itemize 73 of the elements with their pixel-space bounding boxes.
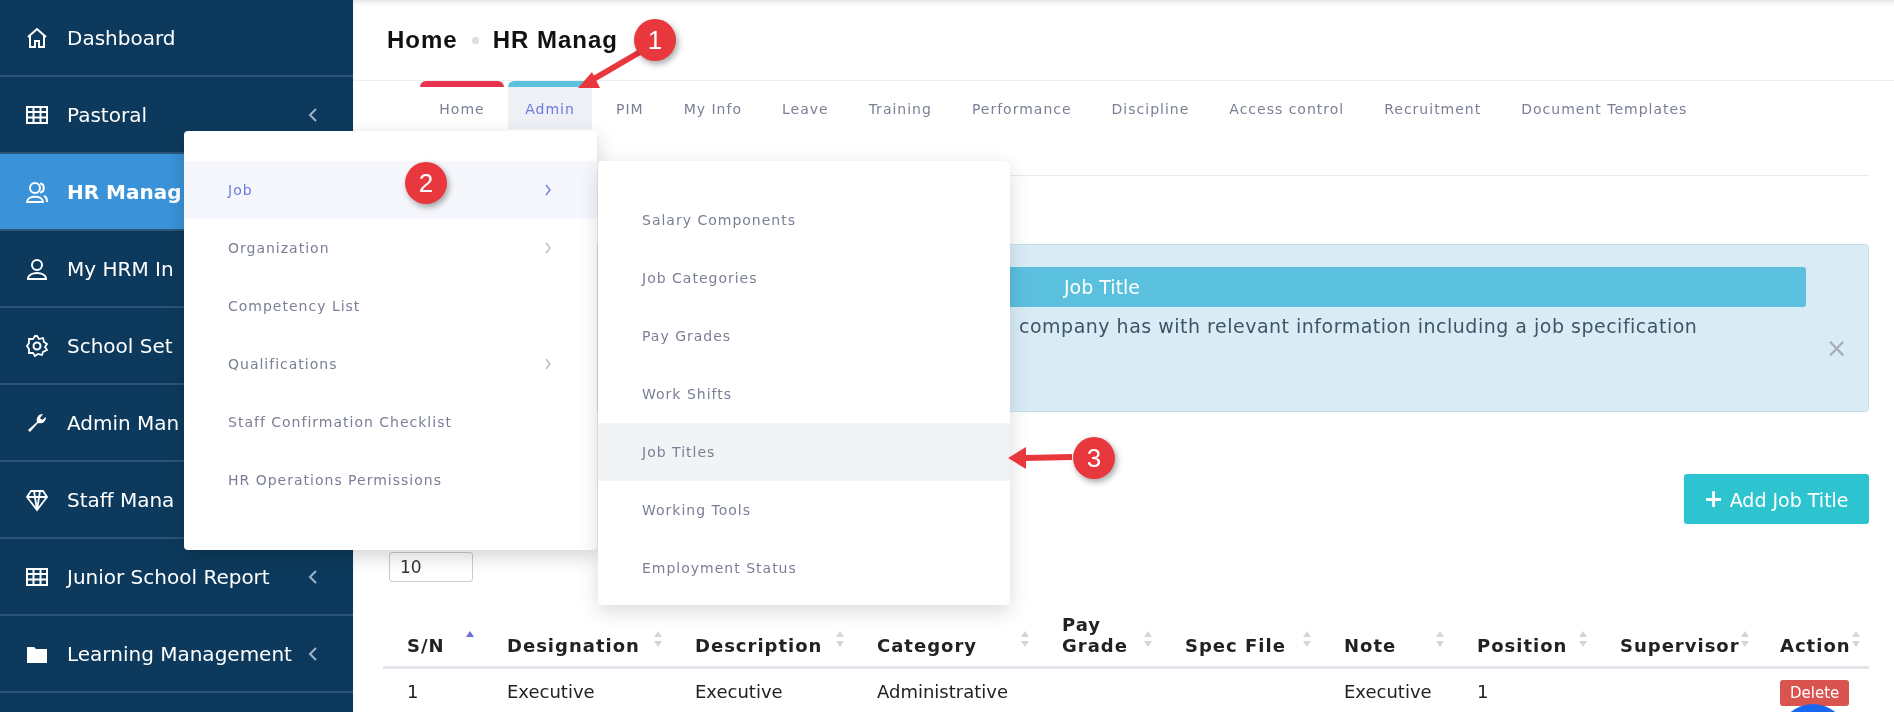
sidebar-label: Staff Mana [67, 487, 175, 512]
column-header[interactable]: Description [695, 635, 823, 656]
tab[interactable]: Performance [951, 81, 1092, 129]
settings-icon [25, 333, 49, 358]
sort-icon[interactable] [1020, 629, 1030, 649]
sidebar-label: Junior School Report [67, 564, 270, 589]
users-icon [25, 179, 49, 204]
chevron-icon [544, 184, 552, 196]
diamond-icon [25, 487, 49, 512]
tab[interactable]: Training [848, 81, 952, 129]
column-header[interactable]: Action [1780, 635, 1851, 656]
column-header[interactable]: Designation [507, 635, 640, 656]
chevron-icon [544, 358, 552, 370]
sidebar-label: School Set [67, 333, 173, 358]
tab[interactable]: Discipline [1091, 81, 1210, 129]
column-header[interactable]: Spec File [1185, 635, 1286, 656]
table-cell: Executive [507, 681, 595, 702]
table-cell: 1 [407, 681, 419, 702]
column-header[interactable]: Pay Grade [1062, 614, 1142, 656]
table-cell: Executive [1344, 681, 1432, 702]
alert-text: company has with relevant information including a job specification [1019, 315, 1699, 337]
tab[interactable]: Recruitment [1364, 81, 1502, 129]
column-header[interactable]: Category [877, 635, 978, 656]
sort-icon[interactable] [835, 629, 845, 649]
table-cell: 1 [1477, 681, 1489, 702]
sidebar-label: Learning Management [67, 641, 292, 666]
sort-icon[interactable] [1143, 629, 1153, 649]
table-cell: Administrative [877, 681, 1009, 702]
sidebar-label: Admin Man [67, 410, 180, 435]
home-icon [25, 25, 49, 50]
menu-item[interactable]: Work Shifts [598, 365, 1010, 423]
page-size-field[interactable]: 10 [389, 552, 473, 582]
sidebar-item[interactable]: Dashboard [0, 0, 353, 77]
menu-item[interactable]: Working Tools [598, 481, 1010, 539]
add-job-title-button[interactable]: + Add Job Title [1683, 474, 1869, 524]
step-badge: 1 [634, 19, 676, 61]
chevron-icon [308, 568, 318, 585]
table-cell: Executive [695, 681, 783, 702]
menu-item[interactable]: Pay Grades [598, 307, 1010, 365]
sidebar-label: My HRM In [67, 256, 174, 281]
tab[interactable]: Leave [761, 81, 849, 129]
sort-icon[interactable] [1578, 629, 1588, 649]
sort-icon[interactable] [1435, 629, 1445, 649]
tab[interactable]: Access control [1209, 81, 1365, 129]
chevron-icon [308, 645, 318, 662]
sort-icon[interactable] [1739, 629, 1750, 649]
breadcrumb-item[interactable]: HR Manag [492, 26, 619, 54]
column-header[interactable]: Note [1344, 635, 1397, 656]
sidebar-label: Pastoral [67, 102, 147, 127]
sidebar-item[interactable]: Learning Management [0, 616, 353, 693]
menu-item[interactable]: Job Titles [598, 423, 1010, 481]
sidebar-label: HR Manag [67, 179, 182, 204]
menu-item[interactable]: Salary Components [598, 191, 1010, 249]
menu-item[interactable]: Employment Status [598, 539, 1010, 597]
sort-icon[interactable] [1850, 629, 1861, 649]
chevron-icon [544, 242, 552, 254]
arrow [1008, 447, 1073, 469]
column-header[interactable]: Position [1477, 635, 1568, 656]
tab[interactable]: Document Templates [1501, 81, 1708, 129]
sort-icon[interactable] [653, 629, 663, 649]
delete-button[interactable]: Delete [1780, 680, 1850, 706]
breadcrumb-item[interactable]: Home [387, 26, 458, 54]
chevron-icon [308, 106, 318, 123]
sidebar-label: Dashboard [67, 25, 176, 50]
tab[interactable]: PIM [596, 81, 664, 129]
column-header[interactable]: S/N [407, 635, 445, 656]
column-header[interactable]: Supervisor [1620, 635, 1740, 656]
breadcrumb-separator [471, 36, 479, 44]
tab[interactable]: Admin [508, 81, 592, 129]
step-badge: 3 [1073, 437, 1115, 479]
sort-icon[interactable] [1302, 629, 1312, 649]
tab[interactable]: My Info [663, 81, 762, 129]
user-icon [25, 256, 49, 281]
